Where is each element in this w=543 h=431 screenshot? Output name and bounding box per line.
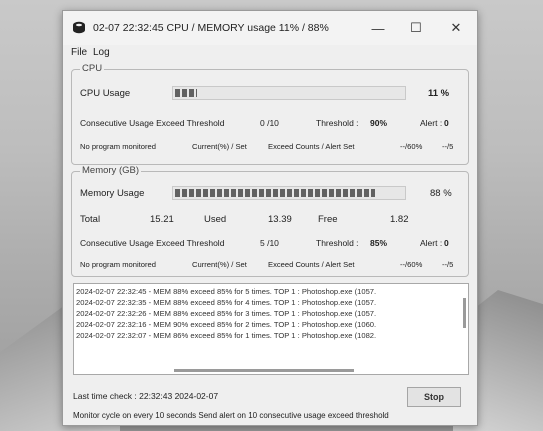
memory-usage-bar bbox=[172, 186, 406, 200]
memory-usage-value: 88 % bbox=[430, 188, 452, 199]
memory-total-label: Total bbox=[80, 214, 101, 225]
memory-exceed-value: --/5 bbox=[442, 260, 454, 269]
maximize-button[interactable]: ☐ bbox=[401, 17, 431, 39]
cpu-alert-label: Alert : bbox=[420, 118, 443, 128]
cpu-consec-label: Consecutive Usage Exceed Threshold bbox=[80, 118, 225, 128]
memory-consec-label: Consecutive Usage Exceed Threshold bbox=[80, 238, 225, 248]
menu-log[interactable]: Log bbox=[93, 47, 110, 58]
log-textbox[interactable]: 2024-02-07 22:32:45 - MEM 88% exceed 85%… bbox=[73, 283, 469, 375]
memory-alert-value: 0 bbox=[444, 238, 449, 248]
memory-usage-label: Memory Usage bbox=[80, 188, 145, 199]
memory-threshold-value: 85% bbox=[370, 238, 388, 248]
last-check-status: Last time check : 22:32:43 2024-02-07 bbox=[73, 391, 219, 401]
memory-exceed-label: Exceed Counts / Alert Set bbox=[268, 260, 355, 269]
cpu-usage-label: CPU Usage bbox=[80, 88, 131, 99]
memory-group: Memory (GB) Memory Usage 88 % Total 15.2… bbox=[71, 165, 469, 277]
log-line: 2024-02-07 22:32:16 - MEM 90% exceed 85%… bbox=[76, 320, 377, 329]
cpu-usage-bar bbox=[172, 86, 406, 100]
log-vertical-scrollbar[interactable] bbox=[463, 298, 466, 328]
log-line: 2024-02-07 22:32:35 - MEM 88% exceed 85%… bbox=[76, 298, 377, 307]
cpu-alert-value: 0 bbox=[444, 118, 449, 128]
app-logo-icon bbox=[73, 21, 85, 34]
log-line: 2024-02-07 22:32:26 - MEM 88% exceed 85%… bbox=[76, 309, 377, 318]
cpu-group-label: CPU bbox=[80, 63, 105, 74]
stop-button[interactable]: Stop bbox=[407, 387, 461, 407]
cpu-threshold-label: Threshold : bbox=[316, 118, 359, 128]
log-line: 2024-02-07 22:32:07 - MEM 86% exceed 85%… bbox=[76, 331, 377, 340]
memory-alert-label: Alert : bbox=[420, 238, 443, 248]
cpu-threshold-value: 90% bbox=[370, 118, 388, 128]
memory-consec-value: 5 /10 bbox=[260, 238, 279, 248]
close-button[interactable]: ✕ bbox=[441, 17, 471, 39]
window-title: 02-07 22:32:45 CPU / MEMORY usage 11% / … bbox=[93, 22, 329, 34]
cpu-exceed-label: Exceed Counts / Alert Set bbox=[268, 142, 355, 151]
log-horizontal-scrollbar[interactable] bbox=[174, 369, 354, 372]
memory-current-value: --/60% bbox=[400, 260, 423, 269]
cpu-exceed-value: --/5 bbox=[442, 142, 454, 151]
memory-monitor-label: No program monitored bbox=[80, 260, 156, 269]
app-window: 02-07 22:32:45 CPU / MEMORY usage 11% / … bbox=[62, 10, 478, 426]
memory-free-label: Free bbox=[318, 214, 338, 225]
monitor-cycle-info: Monitor cycle on every 10 seconds Send a… bbox=[73, 411, 389, 420]
memory-used-value: 13.39 bbox=[268, 214, 292, 225]
memory-threshold-label: Threshold : bbox=[316, 238, 359, 248]
memory-usage-bar-fill bbox=[175, 189, 376, 197]
memory-total-value: 15.21 bbox=[150, 214, 174, 225]
minimize-button[interactable]: — bbox=[363, 17, 393, 39]
memory-free-value: 1.82 bbox=[390, 214, 409, 225]
memory-group-label: Memory (GB) bbox=[80, 165, 141, 176]
memory-used-label: Used bbox=[204, 214, 227, 225]
cpu-monitor-label: No program monitored bbox=[80, 142, 156, 151]
cpu-consec-value: 0 /10 bbox=[260, 118, 279, 128]
cpu-current-value: --/60% bbox=[400, 142, 423, 151]
cpu-usage-bar-fill bbox=[175, 89, 197, 97]
cpu-usage-value: 11 % bbox=[428, 88, 450, 99]
cpu-group: CPU CPU Usage 11 % Consecutive Usage Exc… bbox=[71, 63, 469, 165]
cpu-current-label: Current(%) / Set bbox=[192, 142, 247, 151]
memory-current-label: Current(%) / Set bbox=[192, 260, 247, 269]
menu-file[interactable]: File bbox=[71, 47, 87, 58]
log-line: 2024-02-07 22:32:45 - MEM 88% exceed 85%… bbox=[76, 287, 377, 296]
title-bar[interactable]: 02-07 22:32:45 CPU / MEMORY usage 11% / … bbox=[63, 11, 477, 45]
